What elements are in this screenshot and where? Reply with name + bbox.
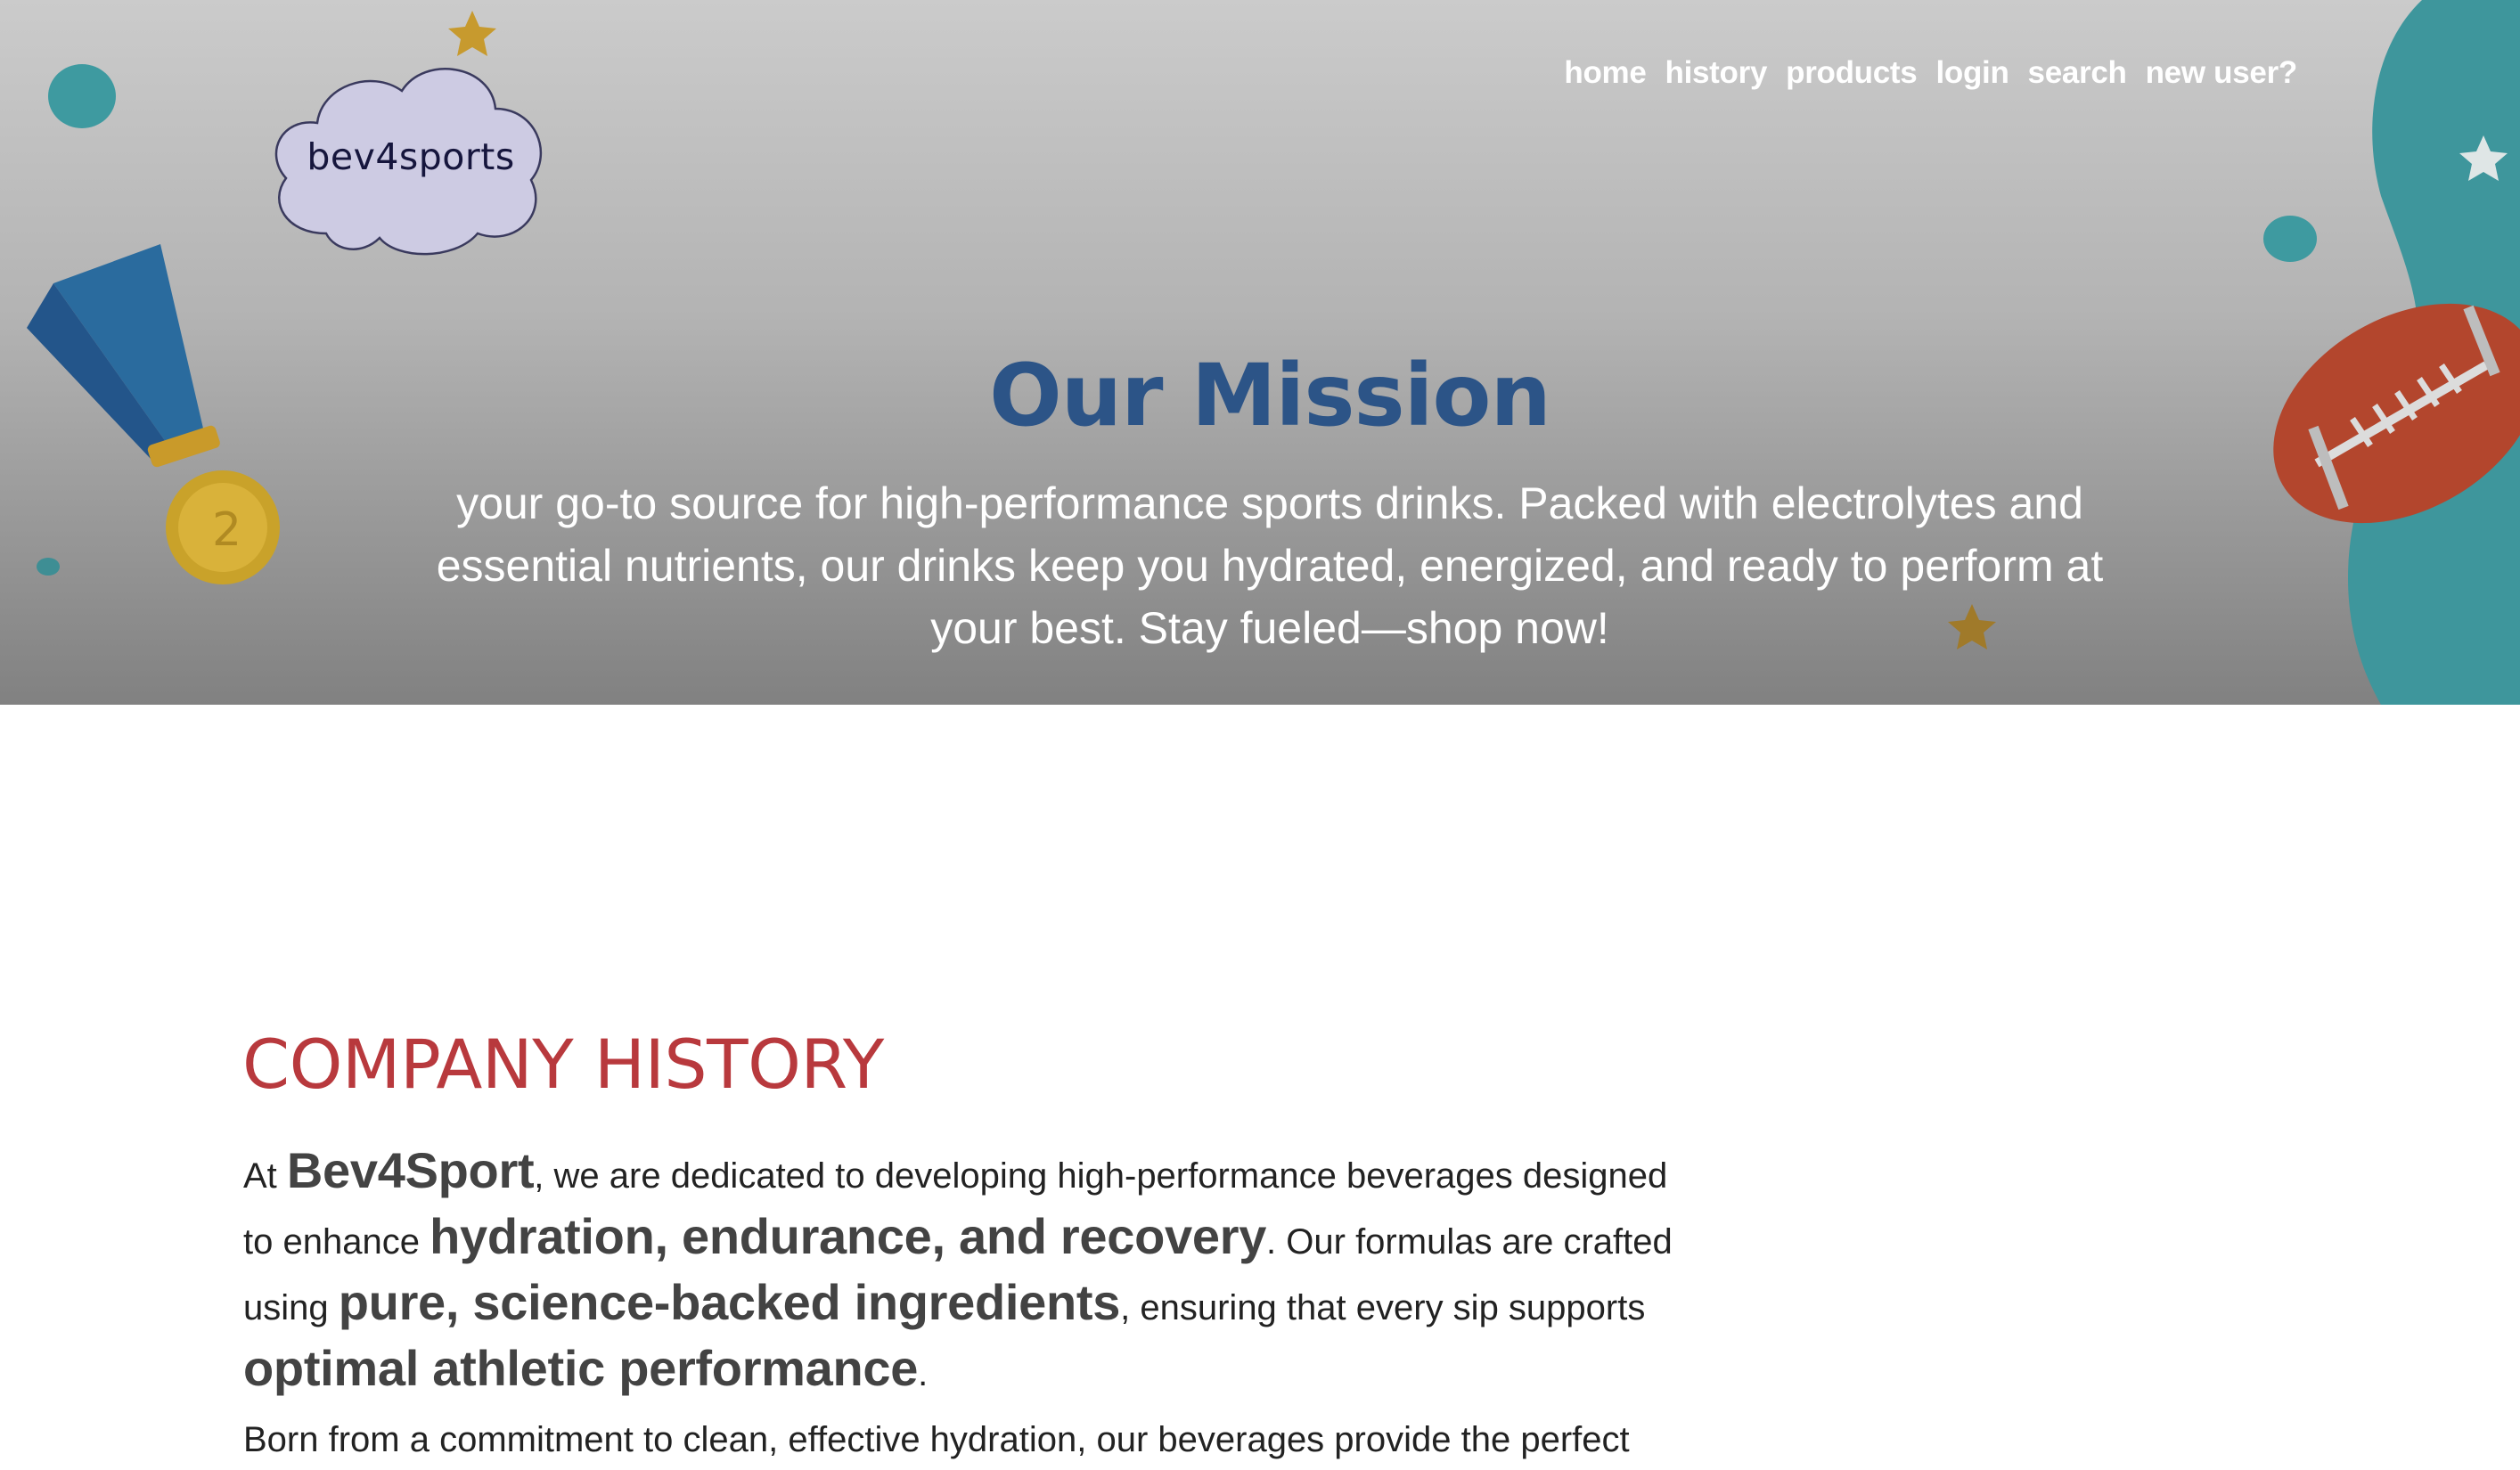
- logo-text: bev4sports: [307, 135, 515, 178]
- nav-link-login[interactable]: login: [1935, 55, 2009, 91]
- nav-link-history[interactable]: history: [1665, 55, 1768, 91]
- text-segment: , ensuring that every sip supports: [1120, 1288, 1646, 1327]
- nav-link-products[interactable]: products: [1786, 55, 1918, 91]
- svg-text:2: 2: [212, 503, 241, 557]
- hero-title: Our Mission: [989, 346, 1551, 445]
- logo[interactable]: bev4sports: [264, 46, 558, 262]
- history-paragraph-2: Born from a commitment to clean, effecti…: [243, 1420, 1630, 1459]
- text-segment: At: [243, 1156, 287, 1196]
- main-nav: home history products login search new u…: [1564, 55, 2297, 91]
- highlight-text: optimal athletic performance: [243, 1340, 919, 1396]
- brand-name: Bev4Sport: [286, 1142, 535, 1198]
- highlight-text: pure, science-backed ingredients: [338, 1274, 1121, 1330]
- nav-link-search[interactable]: search: [2028, 55, 2127, 91]
- text-segment: .: [918, 1354, 929, 1393]
- history-title: COMPANY HISTORY: [242, 1025, 884, 1104]
- teal-blob-icon: [48, 64, 116, 128]
- teal-dot-icon: [37, 558, 60, 576]
- hero-banner: 2 bev4sports home history products login…: [0, 0, 2520, 705]
- nav-link-new-user[interactable]: new user?: [2146, 55, 2298, 91]
- nav-link-home[interactable]: home: [1564, 55, 1646, 91]
- history-paragraph: At Bev4Sport, we are dedicated to develo…: [243, 1140, 1687, 1404]
- highlight-text: hydration, endurance, and recovery: [430, 1208, 1267, 1264]
- hero-description: your go-to source for high-performance s…: [436, 478, 2104, 653]
- teal-blob-icon: [2263, 216, 2317, 262]
